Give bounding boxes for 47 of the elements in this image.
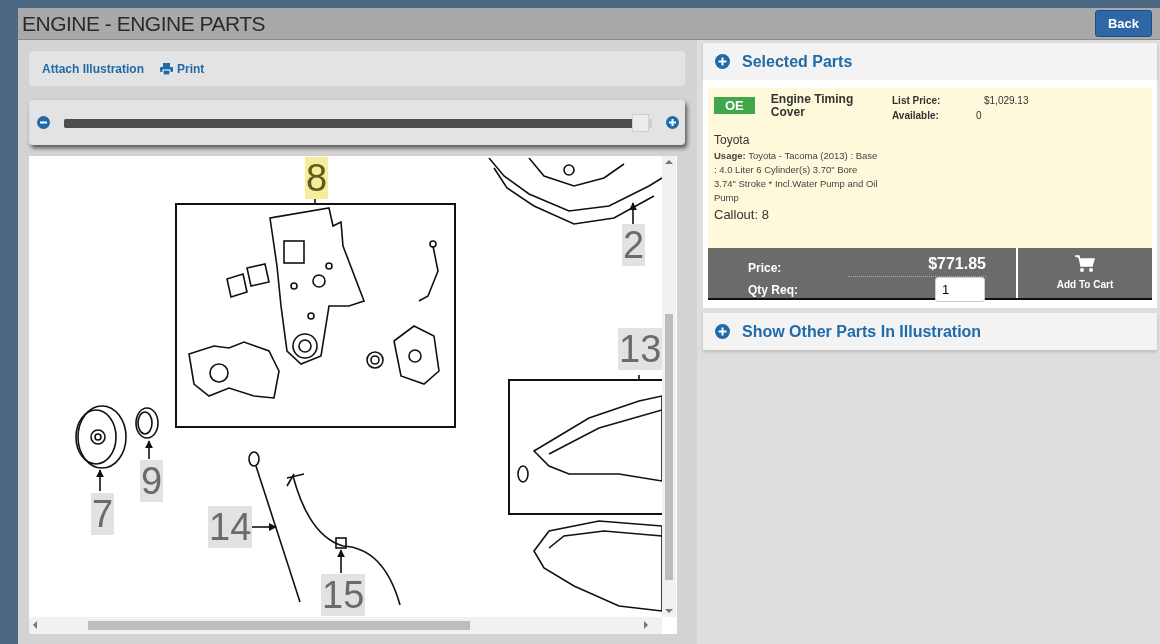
horizontal-scrollbar[interactable] bbox=[29, 617, 662, 634]
callout-label[interactable]: 2 bbox=[622, 224, 646, 266]
scrollbar-thumb[interactable] bbox=[88, 621, 470, 630]
qty-label: Qty Req: bbox=[748, 281, 798, 299]
attach-illustration-link[interactable]: Attach Illustration bbox=[42, 59, 144, 78]
vertical-scrollbar[interactable] bbox=[662, 156, 676, 617]
zoom-in-icon[interactable] bbox=[666, 116, 679, 129]
oe-badge: OE bbox=[714, 97, 755, 114]
callout-number: Callout: 8 bbox=[714, 206, 770, 224]
scrollbar-thumb[interactable] bbox=[665, 314, 673, 580]
price-label: Price: bbox=[748, 260, 782, 277]
list-price-label: List Price: bbox=[892, 94, 942, 108]
cart-icon bbox=[1075, 254, 1095, 273]
quantity-input[interactable]: 1 bbox=[935, 277, 985, 302]
leader-line bbox=[629, 202, 637, 225]
zoom-out-icon[interactable] bbox=[37, 116, 50, 129]
leader-line bbox=[145, 440, 153, 460]
section-heading: Show Other Parts In Illustration bbox=[742, 321, 982, 342]
list-price-value: $1,029.13 bbox=[984, 94, 1029, 108]
callout-label[interactable]: 8 bbox=[305, 157, 329, 199]
brand-name: Toyota bbox=[714, 132, 751, 149]
print-link[interactable]: Print bbox=[160, 59, 205, 78]
callout-label[interactable]: 9 bbox=[140, 460, 164, 502]
plus-circle-icon bbox=[715, 54, 730, 69]
leader-line bbox=[314, 198, 316, 205]
callout-label[interactable]: 14 bbox=[208, 506, 253, 548]
leader-line bbox=[638, 374, 640, 381]
seal-drawing bbox=[135, 407, 159, 439]
leader-line bbox=[96, 469, 104, 492]
back-button[interactable]: Back bbox=[1094, 9, 1152, 38]
add-to-cart-button[interactable]: Add To Cart bbox=[1018, 248, 1152, 298]
usage-text: Usage: Toyota - Tacoma (2013) : Base : 4.0 Liter 6 Cylinder(s) 3.70" Bore 3.74" Stroke * Incl.Water Pump and Oil Pump bbox=[714, 149, 879, 205]
pulley-drawing bbox=[75, 405, 127, 469]
slider-thumb[interactable] bbox=[632, 113, 650, 132]
callout-label[interactable]: 13 bbox=[618, 328, 662, 370]
available-label: Available: bbox=[892, 109, 940, 123]
callout-label[interactable]: 7 bbox=[91, 493, 115, 535]
other-parts-header[interactable]: Show Other Parts In Illustration bbox=[703, 313, 1157, 350]
page-title: ENGINE - ENGINE PARTS bbox=[22, 10, 266, 37]
part-name: Engine Timing Cover bbox=[770, 93, 855, 121]
available-value: 0 bbox=[976, 109, 982, 123]
section-heading: Selected Parts bbox=[742, 51, 853, 72]
printer-icon bbox=[160, 62, 173, 75]
leader-line bbox=[337, 549, 345, 574]
plus-circle-icon bbox=[715, 324, 730, 339]
callout-label[interactable]: 15 bbox=[321, 574, 366, 616]
selected-parts-header[interactable]: Selected Parts bbox=[703, 43, 1157, 80]
